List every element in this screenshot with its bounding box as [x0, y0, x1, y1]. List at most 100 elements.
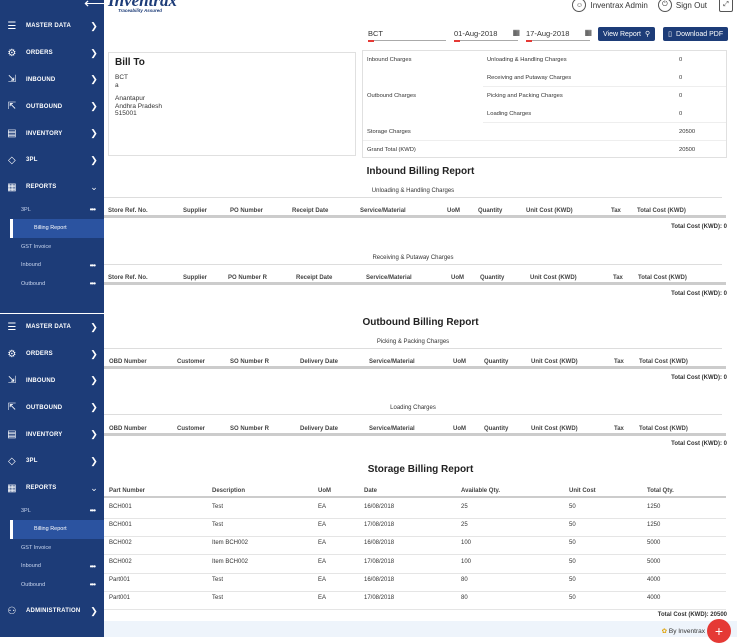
- sidebar-item-inbound[interactable]: ⇲ INBOUND ❯: [0, 67, 104, 94]
- cell-available-qty: 100: [461, 540, 472, 547]
- loading-label: Loading Charges: [487, 111, 532, 117]
- col-receipt-date: Receipt Date: [292, 208, 329, 214]
- cell-available-qty: 80: [461, 576, 468, 583]
- signout-link[interactable]: Sign Out: [676, 1, 707, 10]
- calendar-icon[interactable]: ▦: [584, 28, 592, 37]
- sidebar-sub-label: GST Invoice: [21, 243, 52, 250]
- bill-to-name: BCT: [115, 74, 128, 81]
- grand-total-label: Grand Total (KWD): [367, 147, 416, 153]
- download-pdf-button[interactable]: ▯ Download PDF: [663, 27, 729, 41]
- sidebar-sub-inbound[interactable]: Inbound •••: [0, 256, 104, 275]
- col-so-number: SO Number R: [230, 359, 270, 365]
- sidebar-item-orders[interactable]: ⚙ ORDERS ❯: [0, 40, 104, 67]
- sidebar-item-inventory[interactable]: ▤ INVENTORY ❯: [0, 120, 104, 147]
- table-row: BCH001 Test EA 16/08/2018 25 50 1250: [104, 501, 726, 519]
- sidebar-sub-outbound[interactable]: Outbound •••: [0, 275, 104, 294]
- calendar-icon[interactable]: ▦: [512, 28, 520, 37]
- sidebar-item-reports[interactable]: ▦ REPORTS ⌄: [0, 475, 104, 502]
- sidebar-item-orders[interactable]: ⚙ ORDERS ❯: [0, 341, 104, 368]
- receiving-section-caption: Receiving & Putaway Charges: [104, 255, 722, 265]
- sidebar-item-inbound[interactable]: ⇲ INBOUND ❯: [0, 368, 104, 395]
- inbound-icon: ⇲: [7, 74, 17, 86]
- cell-uom: EA: [318, 540, 327, 547]
- add-fab-button[interactable]: +: [707, 619, 731, 643]
- sidebar-item-inventory[interactable]: ▤ INVENTORY ❯: [0, 421, 104, 448]
- orders-icon: ⚙: [7, 348, 17, 360]
- sidebar-sub-label: Outbound: [21, 280, 46, 287]
- bill-to-city: Anantapur: [115, 95, 145, 102]
- col-service: Service/Material: [369, 426, 415, 432]
- sidebar-item-outbound[interactable]: ⇱ OUTBOUND ❯: [0, 394, 104, 421]
- cell-total-qty: 4000: [647, 576, 661, 583]
- inventrax-mark-icon: ✿: [661, 628, 668, 635]
- col-obd-number: OBD Number: [109, 426, 147, 432]
- user-avatar-icon[interactable]: ☺: [572, 0, 587, 12]
- table-row: BCH001 Test EA 17/08/2018 25 50 1250: [104, 519, 726, 538]
- from-date-field[interactable]: 01-Aug-2018 ▦: [454, 27, 520, 42]
- col-quantity: Quantity: [480, 275, 505, 281]
- col-unit-cost: Unit Cost: [569, 488, 596, 494]
- storage-total: Total Cost (KWD): 20500: [657, 612, 727, 618]
- sidebar-sub-inbound[interactable]: Inbound •••: [0, 557, 104, 576]
- chevron-right-icon: ❯: [90, 128, 98, 139]
- cell-total-qty: 5000: [647, 540, 661, 547]
- table-row: BCH002 Item BCH002 EA 17/08/2018 100 50 5000: [104, 556, 726, 574]
- sidebar-sub-3pl[interactable]: 3PL •••: [0, 502, 104, 521]
- loading-value: 0: [679, 111, 683, 117]
- storage-charges-value: 20500: [679, 129, 696, 135]
- user-name[interactable]: Inventrax Admin: [590, 1, 647, 10]
- chevron-right-icon: ❯: [90, 375, 98, 386]
- outbound-total-2: Total Cost (KWD): 0: [671, 441, 727, 447]
- col-date: Date: [364, 488, 378, 494]
- receiving-label: Receiving and Putaway Charges: [487, 75, 572, 81]
- sidebar-item-label: REPORTS: [26, 485, 57, 492]
- sidebar-item-reports[interactable]: ▦ REPORTS ⌄: [0, 174, 104, 201]
- to-date-field[interactable]: 17-Aug-2018 ▦: [526, 27, 592, 42]
- cell-total-qty: 1250: [647, 504, 661, 510]
- sidebar-sub-3pl[interactable]: 3PL •••: [0, 201, 104, 220]
- chevron-right-icon: ❯: [90, 154, 98, 165]
- sidebar-sub-gst-invoice[interactable]: GST Invoice: [0, 539, 104, 558]
- pdf-icon: ▯: [668, 31, 673, 38]
- sidebar-item-3pl[interactable]: ◇ 3PL ❯: [0, 448, 104, 475]
- back-arrow-icon[interactable]: ⟵: [84, 0, 104, 12]
- sidebar-item-master-data[interactable]: ☰ MASTER DATA ❯: [0, 314, 104, 341]
- fullscreen-icon[interactable]: ⤢: [719, 0, 733, 12]
- signout-icon[interactable]: ⏻: [657, 0, 672, 12]
- sidebar-item-master-data[interactable]: ☰ MASTER DATA ❯: [0, 13, 104, 40]
- sidebar-sub-label: Inbound: [21, 563, 41, 570]
- outbound-table-header-2: OBD Number Customer SO Number R Delivery Da…: [104, 423, 726, 436]
- reports-icon: ▦: [7, 181, 17, 193]
- cell-uom: EA: [318, 576, 327, 583]
- sidebar-sub-gst-invoice[interactable]: GST Invoice: [0, 238, 104, 257]
- more-icon: •••: [89, 561, 96, 571]
- sidebar-item-label: INBOUND: [26, 76, 56, 83]
- more-icon: •••: [89, 279, 96, 289]
- client-select[interactable]: BCT: [368, 27, 446, 42]
- col-uom: UoM: [447, 208, 460, 214]
- loading-section-caption: Loading Charges: [104, 405, 722, 415]
- cell-date: 16/08/2018: [364, 576, 395, 583]
- sidebar-item-3pl[interactable]: ◇ 3PL ❯: [0, 147, 104, 174]
- view-report-button[interactable]: View Report ⚲: [598, 27, 656, 41]
- more-icon: •••: [89, 205, 96, 215]
- sidebar-sub-billing-report[interactable]: Billing Report: [10, 219, 104, 238]
- col-unit-cost: Unit Cost (KWD): [530, 275, 577, 281]
- col-uom: UoM: [453, 426, 466, 432]
- sidebar-item-outbound[interactable]: ⇱ OUTBOUND ❯: [0, 93, 104, 120]
- bill-to-title: Bill To: [115, 57, 145, 68]
- inbound-total-1: Total Cost (KWD): 0: [671, 224, 727, 230]
- bill-to-state: Andhra Pradesh: [115, 102, 162, 110]
- sidebar-item-administration[interactable]: ⚇ ADMINISTRATION ❯: [0, 598, 104, 625]
- more-icon: •••: [89, 506, 96, 516]
- by-inventrax-label: By Inventrax: [668, 628, 705, 635]
- col-part-number: Part Number: [109, 488, 146, 494]
- sidebar-item-label: INVENTORY: [26, 130, 63, 137]
- chevron-down-icon: ⌄: [90, 482, 98, 493]
- sidebar-sub-label: GST Invoice: [21, 544, 52, 551]
- chevron-right-icon: ❯: [90, 20, 98, 31]
- sidebar-sub-billing-report[interactable]: Billing Report: [10, 520, 104, 539]
- sidebar-sub-outbound[interactable]: Outbound •••: [0, 576, 104, 595]
- outbound-icon: ⇱: [7, 101, 17, 113]
- cell-part-number: Part001: [109, 576, 131, 583]
